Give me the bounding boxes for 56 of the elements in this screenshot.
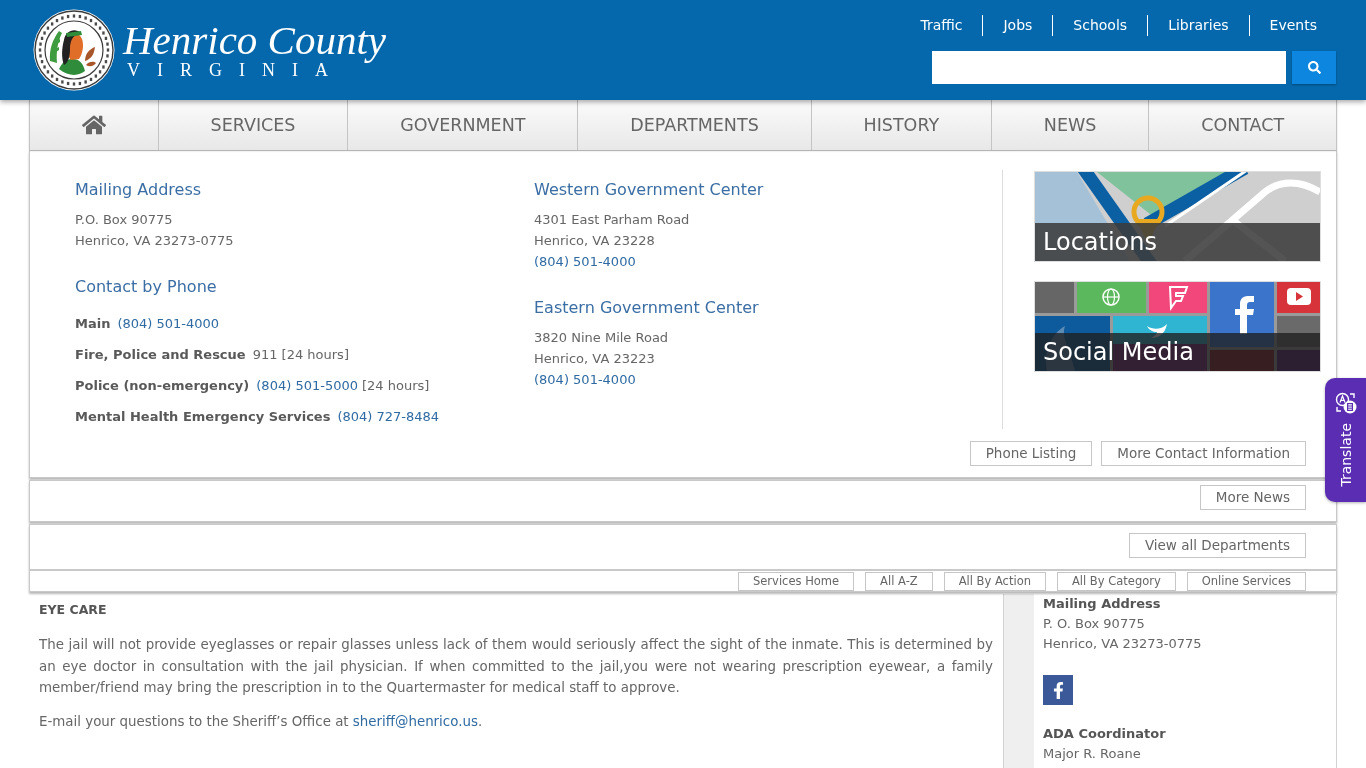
sidebar-line: Major R. Roane [1043, 745, 1142, 763]
translate-button[interactable]: Translate [1325, 378, 1366, 502]
section-heading: Western Government Center [534, 179, 765, 201]
seal-icon [33, 9, 115, 91]
search-icon [1307, 61, 1321, 74]
menu-button[interactable]: Services Home [738, 571, 855, 591]
menu-button[interactable]: Phone Listing [969, 441, 1093, 466]
phone-note: 911 [24 hours] [252, 346, 349, 364]
phone-link[interactable]: (804) 501-4000 [117, 313, 220, 334]
top-link[interactable]: Traffic [900, 15, 983, 36]
top-link[interactable]: Jobs [982, 15, 1053, 36]
section-heading: Eastern Government Center [534, 297, 760, 319]
menu-button[interactable]: More News [1199, 485, 1306, 510]
phone-label: Mental Health Emergency Services [75, 408, 331, 426]
social-media-link[interactable]: Social Media [1034, 281, 1321, 372]
search-field[interactable] [932, 51, 1286, 84]
sidebar-heading: ADA Coordinator [1043, 725, 1167, 743]
menu-button[interactable]: Online Services [1186, 571, 1306, 591]
menu-button[interactable]: All By Action [943, 571, 1046, 591]
contact-sentence: E-mail your questions to the Sheriff’s Office at sheriff@henrico.us. [39, 712, 484, 731]
search-button[interactable] [1292, 51, 1336, 84]
address-line: Henrico, VA 23273-0775 [75, 232, 235, 250]
sidebar-heading: Mailing Address [1043, 595, 1162, 613]
address-line: 3820 Nine Mile Road [534, 329, 670, 347]
phone-link[interactable]: (804) 501-4000 [534, 251, 636, 272]
logo-title: Henrico County [123, 19, 387, 61]
phone-link[interactable]: (804) 501-4000 [534, 369, 636, 390]
menu-button[interactable]: View all Departments [1128, 533, 1306, 558]
logo-subtitle: VIRGINIA [126, 61, 345, 79]
phone-note: [24 hours] [362, 377, 430, 395]
article-paragraph: The jail will not provide eyeglasses or repair glasses unless lack of them would seriously affect the sight of the inmate. This is determined by an eye doctor in consultation with the jail physician. If when committed to the jail,you were not wearing prescription eyewear, a family member/friend may bring the prescription in to the Quartermaster for medical staff to approve. [39, 636, 993, 697]
phone-label: Police (non-emergency) [75, 377, 250, 395]
locations-link[interactable]: Locations [1034, 171, 1321, 262]
phone-link[interactable]: (804) 727-8484 [337, 406, 440, 427]
sidebar-line: P. O. Box 90775 [1043, 615, 1146, 633]
home-icon [81, 114, 106, 136]
phone-link[interactable]: (804) 501-5000 [256, 375, 358, 396]
top-link[interactable]: Libraries [1147, 15, 1249, 36]
menu-button[interactable]: More Contact Information [1101, 441, 1306, 466]
address-line: Henrico, VA 23228 [534, 232, 656, 250]
phone-label: Main [75, 315, 111, 333]
translate-icon [1334, 392, 1357, 414]
phone-label: Fire, Police and Rescue [75, 346, 246, 364]
section-heading: Mailing Address [75, 179, 203, 201]
top-link[interactable]: Schools [1052, 15, 1148, 36]
email-link[interactable]: sheriff@henrico.us [352, 713, 478, 729]
address-line: P.O. Box 90775 [75, 211, 174, 229]
address-line: 4301 East Parham Road [534, 211, 691, 229]
menu-button[interactable]: All By Category [1056, 571, 1176, 591]
section-heading: Contact by Phone [75, 276, 218, 298]
menu-button[interactable]: All A-Z [865, 571, 933, 591]
sidebar-line: Henrico, VA 23273-0775 [1043, 635, 1203, 653]
article-heading: EYE CARE [39, 601, 108, 619]
address-line: Henrico, VA 23223 [534, 350, 656, 368]
top-link[interactable]: Events [1248, 15, 1337, 36]
facebook-icon[interactable] [1043, 675, 1073, 705]
